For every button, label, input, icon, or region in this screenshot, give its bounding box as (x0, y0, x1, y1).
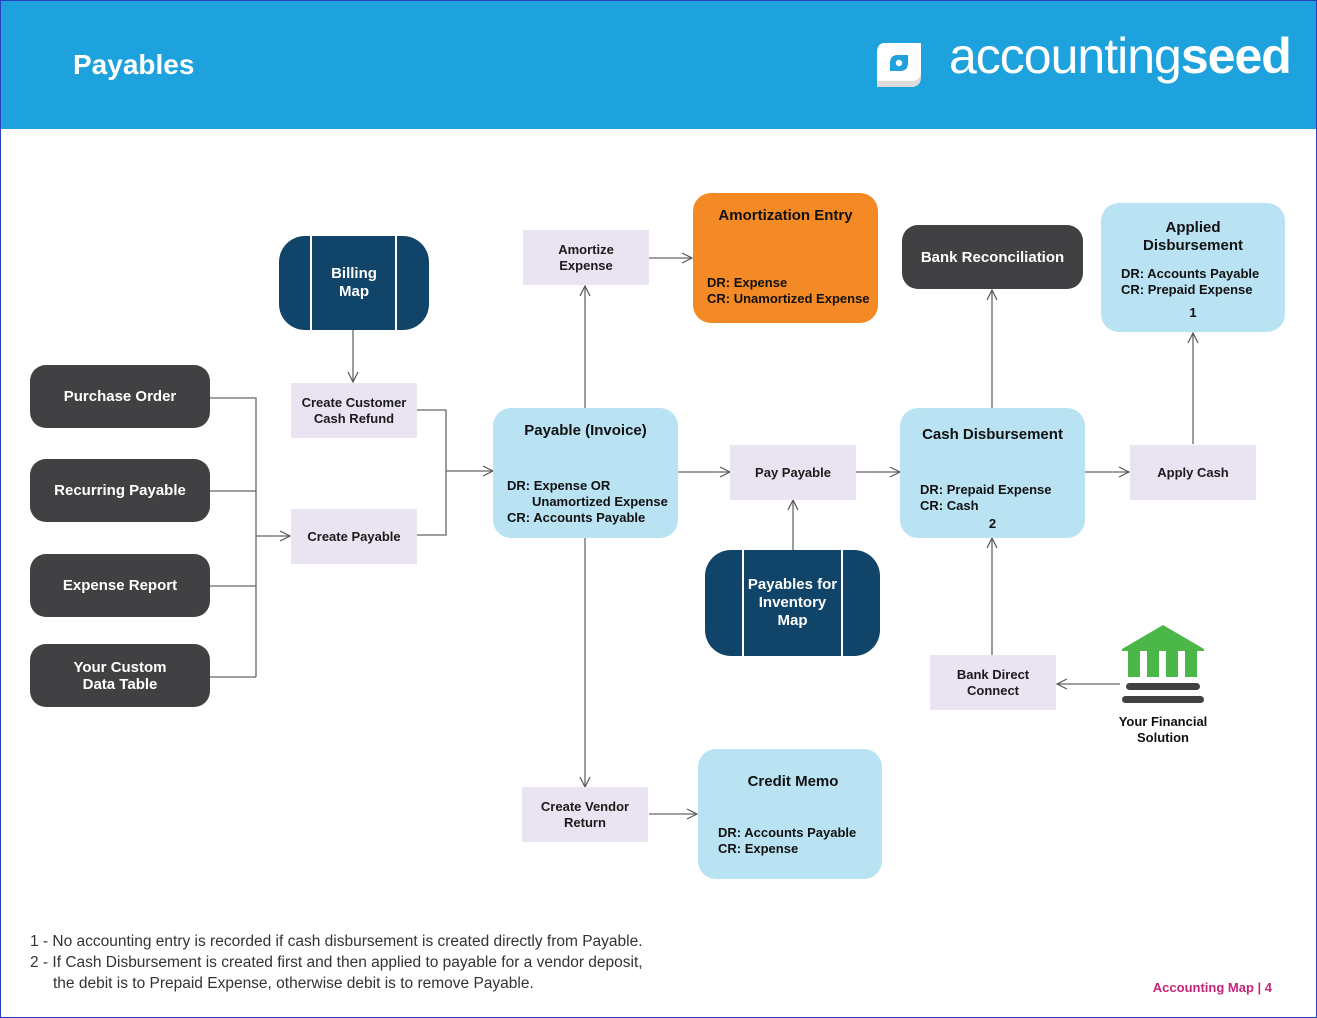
page-footer: Accounting Map | 4 (1152, 980, 1272, 995)
action-create-vendor-return[interactable]: Create Vendor Return (522, 787, 648, 842)
footnote-2: 2 - If Cash Disbursement is created firs… (30, 954, 643, 971)
page-title: Payables (73, 49, 195, 80)
map-divider (395, 236, 397, 330)
bank-icon (1122, 625, 1204, 703)
footnote-2-continued: the debit is to Prepaid Expense, otherwi… (53, 975, 534, 992)
action-amortize-expense[interactable]: Amortize Expense (523, 230, 649, 285)
action-create-customer-cash-refund[interactable]: Create Customer Cash Refund (291, 383, 417, 438)
footnote-marker: 1 (1189, 305, 1197, 320)
footnote-marker: 2 (988, 516, 997, 531)
map-divider (742, 550, 744, 656)
map-divider (310, 236, 312, 330)
action-create-payable[interactable]: Create Payable (291, 509, 417, 564)
map-divider (841, 550, 843, 656)
journal-lines: DR: Expense OR Unamortized Expense CR: A… (507, 478, 668, 525)
source-expense-report[interactable]: Expense Report (30, 554, 210, 617)
bank-reconciliation[interactable]: Bank Reconciliation (902, 225, 1083, 289)
journal-lines: DR: Accounts Payable CR: Expense (718, 825, 857, 856)
source-custom-data-table[interactable]: Your Custom Data Table (30, 644, 210, 707)
seed-logo-icon (877, 43, 921, 87)
footnote-1: 1 - No accounting entry is recorded if c… (30, 933, 643, 950)
action-pay-payable[interactable]: Pay Payable (730, 445, 856, 500)
financial-solution-label: Your Financial Solution (1118, 714, 1208, 745)
entry-cash-disbursement[interactable]: Cash Disbursement DR: Prepaid Expense CR… (900, 408, 1085, 538)
logo-wordmark: accountingseed (949, 28, 1292, 84)
journal-lines: DR: Accounts Payable CR: Prepaid Expense (1121, 266, 1260, 297)
source-purchase-order[interactable]: Purchase Order (30, 365, 210, 428)
billing-map[interactable]: Billing Map (279, 236, 429, 330)
journal-lines: DR: Expense CR: Unamortized Expense (707, 275, 870, 306)
action-bank-direct-connect[interactable]: Bank Direct Connect (930, 655, 1056, 710)
footnotes: 1 - No accounting entry is recorded if c… (30, 931, 643, 994)
journal-lines: DR: Prepaid Expense CR: Cash (920, 482, 1052, 513)
source-recurring-payable[interactable]: Recurring Payable (30, 459, 210, 522)
entry-credit-memo[interactable]: Credit Memo DR: Accounts Payable CR: Exp… (698, 749, 882, 879)
action-apply-cash[interactable]: Apply Cash (1130, 445, 1256, 500)
entry-amortization[interactable]: Amortization Entry DR: Expense CR: Unamo… (693, 193, 878, 323)
payables-for-inventory-map[interactable]: Payables for Inventory Map (705, 550, 880, 656)
entry-payable-invoice[interactable]: Payable (Invoice) DR: Expense OR Unamort… (493, 408, 678, 538)
header-bar: Payables accountingseed (1, 1, 1316, 129)
entry-applied-disbursement[interactable]: Applied Disbursement DR: Accounts Payabl… (1101, 203, 1285, 332)
